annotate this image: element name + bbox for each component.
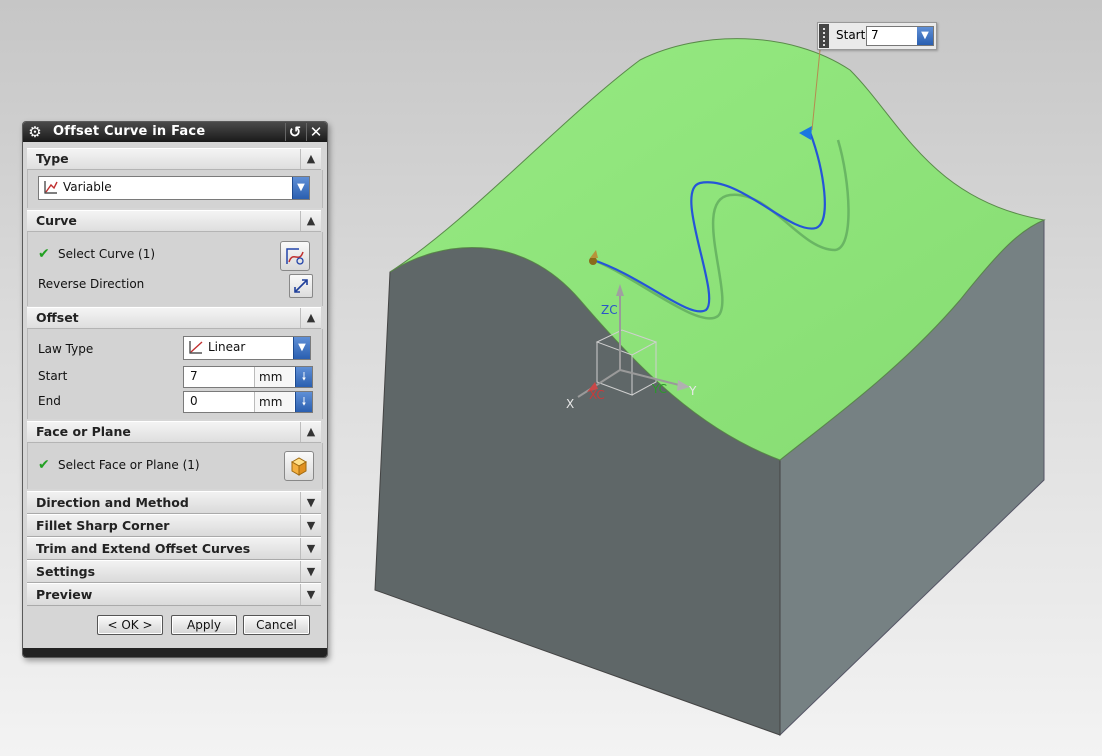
chevron-up-icon[interactable]: ▲ — [300, 308, 321, 328]
end-value[interactable]: 0 — [190, 394, 198, 408]
law-linear-icon — [189, 341, 203, 354]
reverse-direction-label: Reverse Direction — [38, 277, 145, 291]
start-unit: mm — [254, 367, 294, 387]
section-preview-label: Preview — [36, 587, 93, 602]
gear-icon[interactable]: ⚙ — [26, 123, 44, 141]
section-face-label: Face or Plane — [36, 424, 131, 439]
section-offset-body: Law Type Linear ▼ Start 7 mm 🠗 End 0 mm … — [27, 329, 323, 419]
reverse-direction-button[interactable] — [289, 274, 313, 298]
section-type-header[interactable]: Type ▲ — [27, 148, 321, 170]
dialog-title: Offset Curve in Face — [53, 124, 206, 139]
section-trim-label: Trim and Extend Offset Curves — [36, 541, 251, 556]
chevron-down-icon[interactable]: ▼ — [917, 27, 933, 45]
dialog-titlebar[interactable]: ⚙ Offset Curve in Face ↺ ✕ — [23, 122, 327, 142]
reverse-direction-icon — [294, 279, 308, 293]
section-direction-method-label: Direction and Method — [36, 495, 189, 510]
section-direction-method[interactable]: Direction and Method ▼ — [27, 491, 321, 514]
section-face-header[interactable]: Face or Plane ▲ — [27, 421, 321, 443]
reset-icon[interactable]: ↺ — [285, 123, 304, 141]
ok-button[interactable]: < OK > — [97, 615, 163, 635]
chevron-up-icon[interactable]: ▲ — [300, 422, 321, 442]
start-dynamic-input[interactable]: Start 7 ▼ — [817, 22, 937, 50]
law-type-label: Law Type — [38, 342, 94, 356]
section-curve-header[interactable]: Curve ▲ — [27, 210, 321, 232]
start-input-field[interactable]: 7 ▼ — [866, 26, 934, 46]
curve-select-icon — [286, 248, 304, 265]
chevron-down-icon[interactable]: ▼ — [300, 584, 321, 605]
end-unit: mm — [254, 392, 294, 412]
dialog-bottom-bar — [23, 648, 327, 657]
type-select-value: Variable — [63, 180, 112, 194]
section-trim-extend[interactable]: Trim and Extend Offset Curves ▼ — [27, 537, 321, 560]
select-face-button[interactable] — [284, 451, 314, 481]
start-value[interactable]: 7 — [190, 369, 198, 383]
start-input-label: Start — [836, 28, 866, 42]
apply-button[interactable]: Apply — [171, 615, 237, 635]
law-type-value: Linear — [208, 340, 246, 354]
checkmark-icon: ✔ — [38, 457, 50, 473]
end-label: End — [38, 394, 61, 408]
section-type-body: Variable ▼ — [27, 170, 323, 208]
drag-handle[interactable] — [819, 24, 829, 48]
close-icon[interactable]: ✕ — [306, 123, 325, 141]
checkmark-icon: ✔ — [38, 246, 50, 262]
yc-axis-label: YC — [651, 382, 667, 396]
section-offset-label: Offset — [36, 310, 79, 325]
curve-start-point — [589, 257, 597, 265]
offset-curve-in-face-dialog: ⚙ Offset Curve in Face ↺ ✕ Type ▲ Variab… — [22, 121, 328, 658]
type-select[interactable]: Variable ▼ — [38, 176, 310, 200]
chevron-up-icon[interactable]: ▲ — [300, 211, 321, 231]
chevron-down-icon[interactable]: ▼ — [300, 538, 321, 559]
section-fillet-sharp-corner[interactable]: Fillet Sharp Corner ▼ — [27, 514, 321, 537]
cancel-button[interactable]: Cancel — [243, 615, 310, 635]
xc-axis-label: XC — [589, 388, 605, 402]
chevron-down-icon[interactable]: ▼ — [292, 177, 309, 199]
section-settings-label: Settings — [36, 564, 96, 579]
section-type-label: Type — [36, 151, 69, 166]
start-label: Start — [38, 369, 68, 383]
law-variable-icon — [44, 181, 58, 194]
cube-icon — [290, 457, 308, 476]
select-curve-label[interactable]: Select Curve (1) — [58, 247, 155, 261]
select-face-label[interactable]: Select Face or Plane (1) — [58, 458, 200, 472]
start-field[interactable]: 7 mm 🠗 — [183, 366, 313, 388]
arrow-down-icon[interactable]: 🠗 — [295, 392, 312, 412]
chevron-down-icon[interactable]: ▼ — [300, 492, 321, 513]
start-input-value[interactable]: 7 — [871, 28, 879, 42]
law-type-select[interactable]: Linear ▼ — [183, 336, 311, 360]
chevron-down-icon[interactable]: ▼ — [293, 337, 310, 359]
chevron-up-icon[interactable]: ▲ — [300, 149, 321, 169]
y-axis-label: Y — [688, 384, 697, 398]
section-preview[interactable]: Preview ▼ — [27, 583, 321, 606]
section-settings[interactable]: Settings ▼ — [27, 560, 321, 583]
section-offset-header[interactable]: Offset ▲ — [27, 307, 321, 329]
section-face-body: ✔ Select Face or Plane (1) — [27, 443, 323, 489]
arrow-down-icon[interactable]: 🠗 — [295, 367, 312, 387]
zc-axis-label: ZC — [601, 303, 618, 317]
chevron-down-icon[interactable]: ▼ — [300, 561, 321, 582]
end-field[interactable]: 0 mm 🠗 — [183, 391, 313, 413]
chevron-down-icon[interactable]: ▼ — [300, 515, 321, 536]
x-axis-label: X — [566, 397, 574, 411]
section-curve-label: Curve — [36, 213, 77, 228]
section-fillet-label: Fillet Sharp Corner — [36, 518, 170, 533]
select-curve-button[interactable] — [280, 241, 310, 271]
section-curve-body: ✔ Select Curve (1) Reverse Direction — [27, 232, 323, 306]
